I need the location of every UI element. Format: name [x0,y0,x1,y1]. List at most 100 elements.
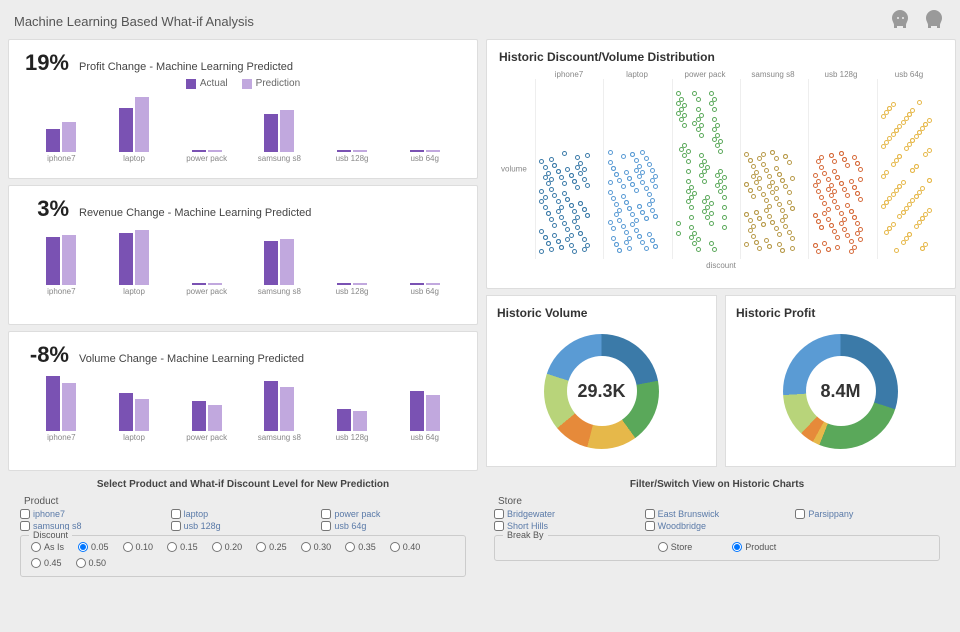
scatter-point[interactable] [761,192,766,197]
scatter-point[interactable] [572,179,577,184]
store-checkbox-Bridgewater[interactable]: Bridgewater [494,509,639,519]
scatter-point[interactable] [855,191,860,196]
scatter-point[interactable] [543,175,548,180]
scatter-point[interactable] [640,210,645,215]
bar-actual[interactable] [410,283,424,285]
discount-radio-0.30[interactable]: 0.30 [301,542,332,552]
scatter-point[interactable] [855,221,860,226]
bar-actual[interactable] [264,381,278,431]
discount-radio-0.45[interactable]: 0.45 [31,558,62,568]
scatter-point[interactable] [757,156,762,161]
scatter-point[interactable] [614,242,619,247]
scatter-point[interactable] [894,128,899,133]
scatter-point[interactable] [647,192,652,197]
scatter-point[interactable] [832,229,837,234]
scatter-point[interactable] [884,140,889,145]
bar-actual[interactable] [337,150,351,152]
bar-actual[interactable] [192,401,206,431]
breakby-radio-product[interactable]: Product [732,542,776,552]
scatter-point[interactable] [608,150,613,155]
scatter-point[interactable] [585,213,590,218]
scatter-point[interactable] [849,239,854,244]
scatter-point[interactable] [774,196,779,201]
scatter-point[interactable] [617,218,622,223]
bar-actual[interactable] [264,114,278,152]
scatter-point[interactable] [608,180,613,185]
scatter-point[interactable] [556,209,561,214]
scatter-point[interactable] [539,159,544,164]
scatter-point[interactable] [764,208,769,213]
scatter-point[interactable] [718,169,723,174]
scatter-point[interactable] [822,211,827,216]
scatter-point[interactable] [845,193,850,198]
scatter-point[interactable] [842,157,847,162]
scatter-point[interactable] [696,97,701,102]
scatter-point[interactable] [855,231,860,236]
scatter-point[interactable] [826,177,831,182]
scatter-point[interactable] [630,222,635,227]
bar-prediction[interactable] [208,150,222,152]
scatter-point[interactable] [624,200,629,205]
scatter-point[interactable] [920,216,925,221]
scatter-point[interactable] [780,248,785,253]
scatter-point[interactable] [640,150,645,155]
bar-actual[interactable] [192,283,206,285]
scatter-point[interactable] [887,226,892,231]
scatter-point[interactable] [543,235,548,240]
scatter-point[interactable] [644,156,649,161]
scatter-point[interactable] [559,175,564,180]
scatter-point[interactable] [744,212,749,217]
bar-prediction[interactable] [208,405,222,431]
scatter-point[interactable] [881,114,886,119]
scatter-point[interactable] [543,165,548,170]
scatter-point[interactable] [754,240,759,245]
scatter-point[interactable] [787,230,792,235]
scatter-point[interactable] [653,184,658,189]
scatter-point[interactable] [699,133,704,138]
scatter-point[interactable] [556,239,561,244]
scatter-point[interactable] [839,211,844,216]
scatter-point[interactable] [647,162,652,167]
scatter-point[interactable] [790,176,795,181]
bar-prediction[interactable] [426,150,440,152]
scatter-point[interactable] [920,246,925,251]
bar-actual[interactable] [410,150,424,152]
scatter-point[interactable] [611,166,616,171]
scatter-point[interactable] [565,237,570,242]
discount-radio-0.10[interactable]: 0.10 [123,542,154,552]
bar-prediction[interactable] [353,283,367,285]
scatter-point[interactable] [715,133,720,138]
scatter-point[interactable] [826,247,831,252]
bar-prediction[interactable] [62,383,76,431]
scatter-point[interactable] [705,195,710,200]
scatter-point[interactable] [575,185,580,190]
scatter-point[interactable] [744,152,749,157]
scatter-point[interactable] [569,203,574,208]
scatter-point[interactable] [614,172,619,177]
scatter-point[interactable] [562,151,567,156]
scatter-point[interactable] [682,123,687,128]
scatter-point[interactable] [849,179,854,184]
scatter-point[interactable] [907,202,912,207]
scatter-point[interactable] [647,232,652,237]
scatter-point[interactable] [897,184,902,189]
breakby-radio-store[interactable]: Store [658,542,693,552]
scatter-point[interactable] [549,247,554,252]
brain-icon[interactable] [922,8,946,35]
scatter-point[interactable] [813,183,818,188]
scatter-point[interactable] [920,186,925,191]
scatter-point[interactable] [907,112,912,117]
scatter-point[interactable] [835,175,840,180]
scatter-point[interactable] [624,230,629,235]
scatter-point[interactable] [621,154,626,159]
scatter-point[interactable] [712,97,717,102]
discount-radio-0.15[interactable]: 0.15 [167,542,198,552]
scatter-point[interactable] [819,195,824,200]
scatter-point[interactable] [689,225,694,230]
scatter-point[interactable] [858,237,863,242]
scatter-point[interactable] [627,246,632,251]
bar-prediction[interactable] [280,239,294,285]
scatter-point[interactable] [699,113,704,118]
scatter-point[interactable] [910,138,915,143]
discount-radio-0.50[interactable]: 0.50 [76,558,107,568]
